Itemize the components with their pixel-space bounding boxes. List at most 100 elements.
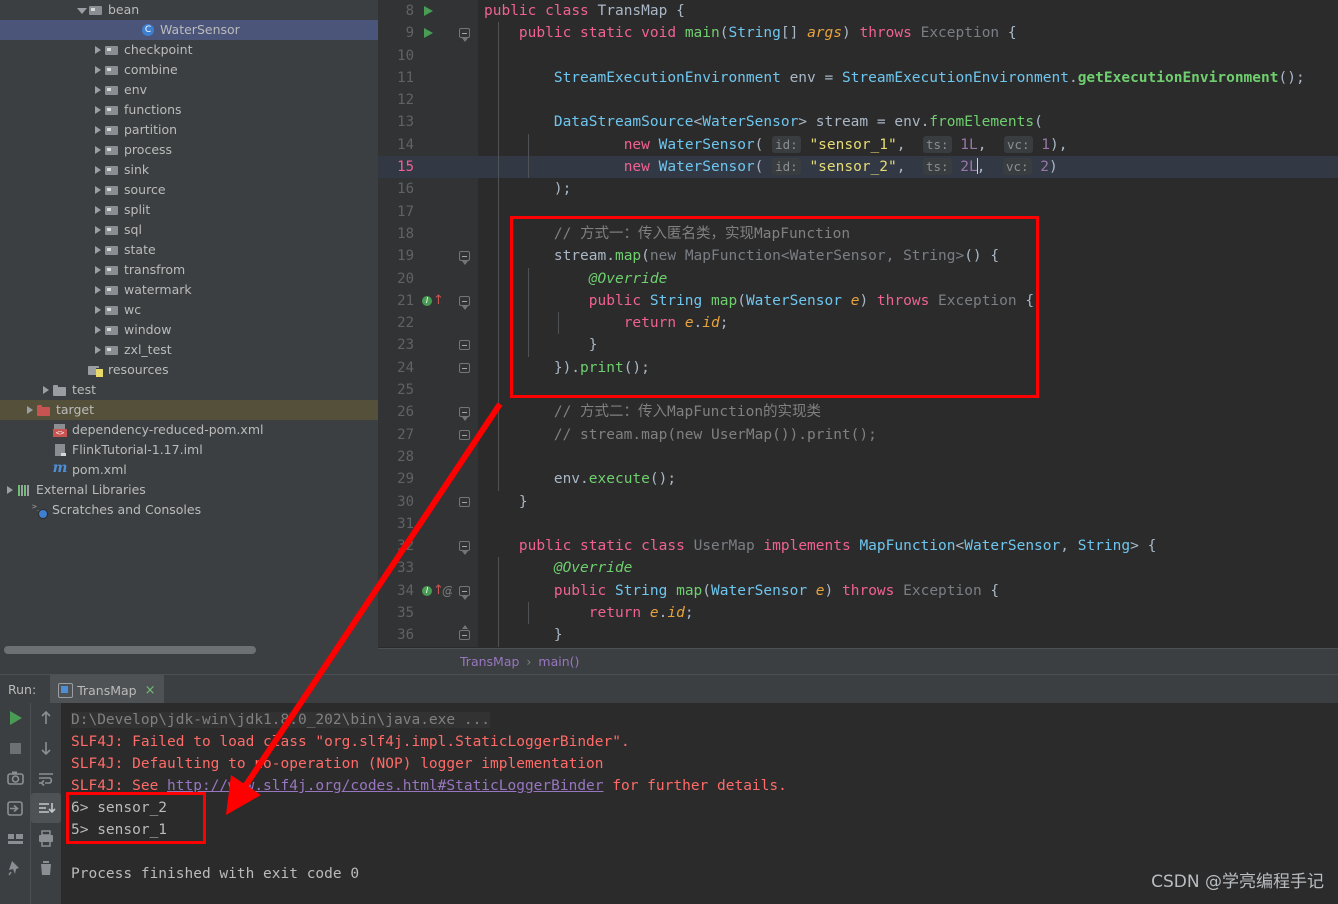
code-line[interactable]: 26 // 方式二：传入MapFunction的实现类 <box>378 401 1338 424</box>
breadcrumb-method[interactable]: main() <box>538 654 579 669</box>
gutter-fold[interactable] <box>452 200 478 223</box>
gutter-icons[interactable]: I ↑ @ <box>418 579 454 603</box>
gutter-icons[interactable] <box>418 222 452 246</box>
gutter-fold[interactable] <box>452 445 478 469</box>
breadcrumb-class[interactable]: TransMap <box>460 654 519 669</box>
code-line[interactable]: 24 }).print(); <box>378 356 1338 380</box>
tree-item-bean[interactable]: bean <box>0 0 378 20</box>
gutter-fold[interactable] <box>452 602 478 625</box>
chevron-right-icon[interactable] <box>92 324 104 336</box>
code-line[interactable]: 22 return e.id; <box>378 312 1338 335</box>
run-gutter-icon[interactable] <box>424 28 433 39</box>
chevron-right-icon[interactable] <box>92 104 104 116</box>
code-line[interactable]: 27 // stream.map(new UserMap()).print(); <box>378 423 1338 446</box>
tree-item-sql[interactable]: sql <box>0 220 378 240</box>
gutter-fold[interactable] <box>452 222 478 246</box>
chevron-right-icon[interactable] <box>92 144 104 156</box>
chevron-right-icon[interactable] <box>92 244 104 256</box>
tree-item-flinktutorial-1-17-iml[interactable]: FlinkTutorial-1.17.iml <box>0 440 378 460</box>
code-text[interactable]: return e.id; <box>478 312 1338 335</box>
code-line[interactable]: 21 I ↑ public String map(WaterSensor e) t… <box>378 289 1338 313</box>
code-text[interactable]: public class TransMap { <box>478 0 1338 22</box>
code-line-current[interactable]: 15 new WaterSensor( id: "sensor_2", ts: … <box>378 156 1338 179</box>
code-line[interactable]: 12 <box>378 89 1338 112</box>
layout-button[interactable] <box>0 823 30 853</box>
code-text[interactable]: DataStreamSource<WaterSensor> stream = e… <box>478 111 1338 134</box>
gutter-icons[interactable] <box>418 557 452 580</box>
code-text[interactable]: ); <box>478 178 1338 201</box>
code-text[interactable] <box>478 513 1338 535</box>
chevron-right-icon[interactable] <box>92 204 104 216</box>
code-text[interactable] <box>478 44 1338 67</box>
gutter-fold[interactable] <box>452 401 478 424</box>
fold-toggle-icon[interactable] <box>459 407 470 422</box>
fold-toggle-icon[interactable] <box>459 340 470 351</box>
fold-toggle-icon[interactable] <box>459 585 470 600</box>
gutter-icons[interactable]: I ↑ <box>418 289 452 313</box>
close-icon[interactable]: × <box>145 683 156 698</box>
code-line[interactable]: 16 ); <box>378 178 1338 201</box>
gutter-icons[interactable] <box>418 178 452 201</box>
gutter-icons[interactable] <box>418 423 452 446</box>
chevron-right-icon[interactable] <box>40 384 52 396</box>
gutter-icons[interactable] <box>418 267 452 290</box>
tree-item-functions[interactable]: functions <box>0 100 378 120</box>
gutter-fold[interactable] <box>452 579 478 603</box>
tree-item-scratches-and-consoles[interactable]: Scratches and Consoles <box>0 500 378 520</box>
chevron-right-icon[interactable] <box>92 184 104 196</box>
tree-item-resources[interactable]: resources <box>0 360 378 380</box>
gutter-icons[interactable] <box>418 44 452 67</box>
soft-wrap-button[interactable] <box>31 763 61 793</box>
gutter-fold[interactable] <box>452 245 478 268</box>
tree-item-pom-xml[interactable]: pom.xml <box>0 460 378 480</box>
chevron-right-icon[interactable] <box>92 344 104 356</box>
tree-item-state[interactable]: state <box>0 240 378 260</box>
run-tab-transmap[interactable]: TransMap × <box>50 675 164 703</box>
gutter-icons[interactable] <box>418 512 452 536</box>
console-output[interactable]: D:\Develop\jdk-win\jdk1.8.0_202\bin\java… <box>61 703 1338 904</box>
tree-item-watersensor[interactable]: WaterSensor <box>0 20 378 40</box>
gutter-icons[interactable] <box>418 89 452 112</box>
code-text[interactable]: public String map(WaterSensor e) throws … <box>478 289 1338 313</box>
code-text[interactable]: public String map(WaterSensor e) throws … <box>478 579 1338 603</box>
gutter-fold[interactable] <box>452 66 478 90</box>
gutter-icons[interactable] <box>418 535 452 558</box>
project-tree-panel[interactable]: bean WaterSensor checkpoint combine env funct… <box>0 0 378 660</box>
code-line[interactable]: 18 // 方式一：传入匿名类，实现MapFunction <box>378 222 1338 246</box>
tree-item-env[interactable]: env <box>0 80 378 100</box>
code-line[interactable]: 30 } <box>378 490 1338 513</box>
code-line[interactable]: 9 public static void main(String[] args)… <box>378 22 1338 45</box>
sidebar-horizontal-scrollbar[interactable] <box>4 646 256 654</box>
gutter-fold[interactable] <box>452 178 478 201</box>
code-line[interactable]: 34 I ↑ @ public String map(WaterSensor e) … <box>378 579 1338 603</box>
screenshot-button[interactable] <box>0 763 30 793</box>
fold-toggle-icon[interactable] <box>459 295 470 310</box>
gutter-icons[interactable] <box>418 0 452 23</box>
code-text[interactable]: // 方式一：传入匿名类，实现MapFunction <box>478 222 1338 246</box>
code-line[interactable]: 28 <box>378 445 1338 469</box>
code-text[interactable] <box>478 379 1338 402</box>
code-line[interactable]: 14 new WaterSensor( id: "sensor_1", ts: … <box>378 133 1338 157</box>
run-tool-window[interactable]: Run: TransMap × D:\Develop\jdk-win\jdk1.… <box>0 674 1338 904</box>
code-text[interactable] <box>478 445 1338 469</box>
code-text[interactable]: } <box>478 334 1338 357</box>
code-line[interactable]: 10 <box>378 44 1338 67</box>
tree-item-dependency-reduced-pom-xml[interactable]: dependency-reduced-pom.xml <box>0 420 378 440</box>
gutter-fold[interactable] <box>452 468 478 491</box>
code-text[interactable]: } <box>478 624 1338 647</box>
tree-item-target[interactable]: target <box>0 400 378 420</box>
gutter-icons[interactable] <box>418 22 452 45</box>
gutter-icons[interactable] <box>418 200 452 223</box>
code-text[interactable]: env.execute(); <box>478 468 1338 491</box>
gutter-icons[interactable] <box>418 356 452 380</box>
code-line[interactable]: 36 } <box>378 624 1338 647</box>
tree-item-wc[interactable]: wc <box>0 300 378 320</box>
code-text[interactable]: // stream.map(new UserMap()).print(); <box>478 423 1338 446</box>
tree-item-watermark[interactable]: watermark <box>0 280 378 300</box>
gutter-fold[interactable] <box>452 133 478 157</box>
code-line[interactable]: 35 return e.id; <box>378 602 1338 625</box>
fold-toggle-icon[interactable] <box>459 625 470 641</box>
gutter-fold[interactable] <box>452 111 478 134</box>
chevron-right-icon[interactable] <box>92 224 104 236</box>
chevron-right-icon[interactable] <box>92 164 104 176</box>
